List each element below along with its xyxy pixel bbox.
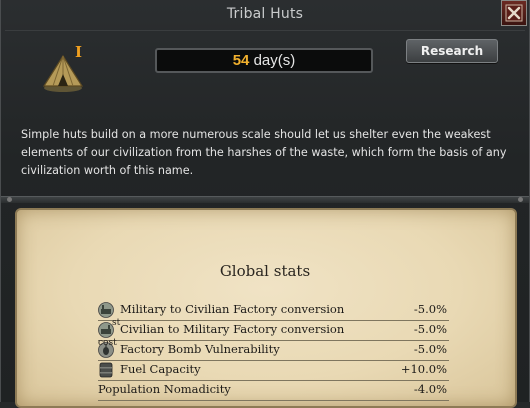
- divider-stud: [7, 197, 12, 202]
- stat-label: Military to Civilian Factory conversion: [120, 302, 345, 316]
- header-divider: [5, 30, 525, 31]
- tech-description: Simple huts build on a more numerous sca…: [21, 128, 507, 177]
- days-unit: day(s): [253, 52, 296, 69]
- window-title: Tribal Huts: [226, 6, 304, 22]
- global-stats-title: Global stats: [219, 262, 311, 280]
- research-time-display: 54 day(s): [155, 48, 373, 73]
- stat-value: -5.0%: [413, 302, 447, 316]
- divider-stud: [518, 197, 523, 202]
- overlap-fragment: cost: [98, 338, 117, 348]
- tech-window: Tribal Huts I 54 day(s) Research Simple …: [0, 0, 530, 408]
- stat-label: Factory Bomb Vulnerability: [120, 342, 280, 356]
- research-button[interactable]: Research: [406, 39, 498, 63]
- stat-row: Military to Civilian Factory conversion …: [98, 300, 449, 321]
- stat-row: Factory Bomb Vulnerability -5.0%: [98, 340, 449, 361]
- fuel-barrel-icon: [99, 362, 113, 378]
- stat-label: Fuel Capacity: [120, 362, 201, 376]
- days-value: 54: [232, 52, 250, 69]
- section-divider: [1, 196, 529, 203]
- tier-mark: I: [75, 43, 83, 61]
- stat-label: Population Nomadicity: [98, 382, 231, 396]
- stat-row: Fuel Capacity +10.0%: [98, 360, 449, 381]
- factory-icon: [98, 302, 114, 318]
- close-button[interactable]: [501, 0, 527, 26]
- stat-value: +10.0%: [400, 362, 447, 376]
- stat-label: Civilian to Military Factory conversion: [120, 322, 345, 336]
- overlap-fragment: st: [112, 318, 121, 328]
- close-icon: [505, 4, 523, 22]
- stat-value: -4.0%: [413, 382, 447, 396]
- stat-row: Population Nomadicity -4.0%: [98, 380, 449, 401]
- stat-value: -5.0%: [413, 342, 447, 356]
- stat-value: -5.0%: [413, 322, 447, 336]
- stat-row: Civilian to Military Factory conversion …: [98, 320, 449, 341]
